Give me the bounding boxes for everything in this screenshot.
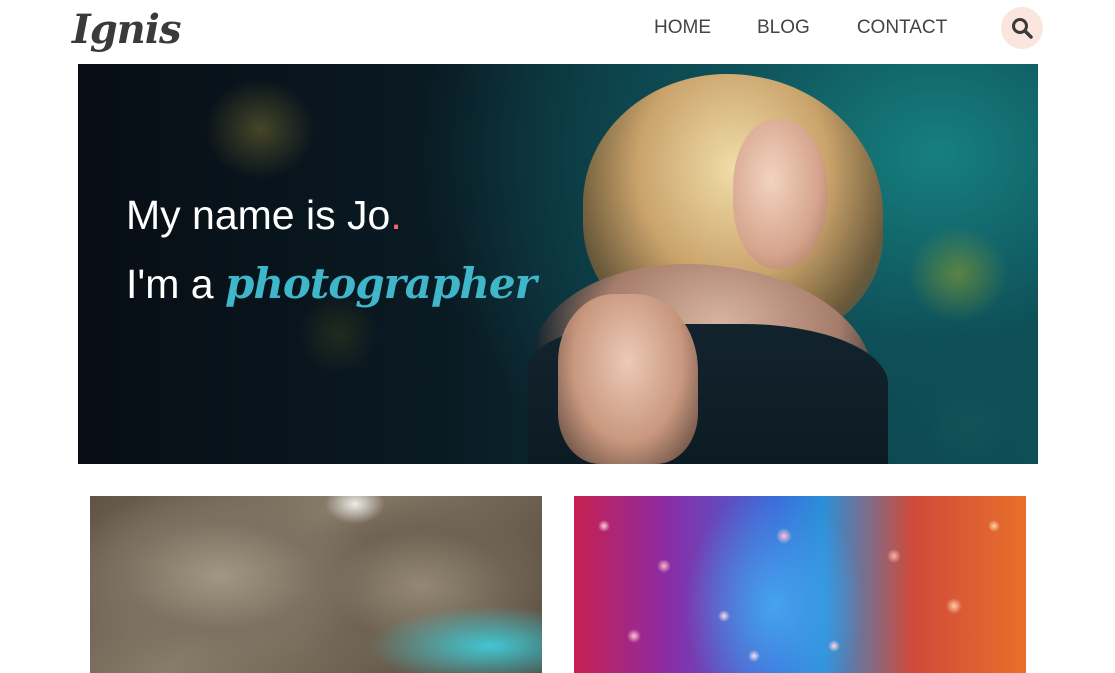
hero-photo-face xyxy=(733,119,828,269)
search-icon xyxy=(1012,18,1033,39)
hero-subheading: I'm a photographer xyxy=(126,256,537,312)
site-logo[interactable]: Ignis xyxy=(72,4,181,56)
hero-photo-hands xyxy=(558,294,698,464)
hero-name-text: My name is Jo xyxy=(126,192,391,238)
nav-item-contact[interactable]: CONTACT xyxy=(857,16,947,40)
hero-banner: My name is Jo. I'm a photographer xyxy=(78,64,1038,464)
hero-role-prefix: I'm a xyxy=(126,261,225,307)
hero-accent-dot: . xyxy=(390,192,402,238)
gallery-thumbnail-rock[interactable] xyxy=(90,496,542,673)
site-header: Ignis HOME BLOG CONTACT xyxy=(0,0,1115,64)
hero-heading: My name is Jo. xyxy=(126,189,402,241)
search-button[interactable] xyxy=(1001,7,1043,49)
gallery-thumbnail-jellyfish[interactable] xyxy=(574,496,1026,673)
main-nav: HOME BLOG CONTACT xyxy=(654,16,947,40)
nav-item-blog[interactable]: BLOG xyxy=(757,16,810,40)
nav-item-home[interactable]: HOME xyxy=(654,16,711,40)
hero-role-text: photographer xyxy=(224,259,537,308)
